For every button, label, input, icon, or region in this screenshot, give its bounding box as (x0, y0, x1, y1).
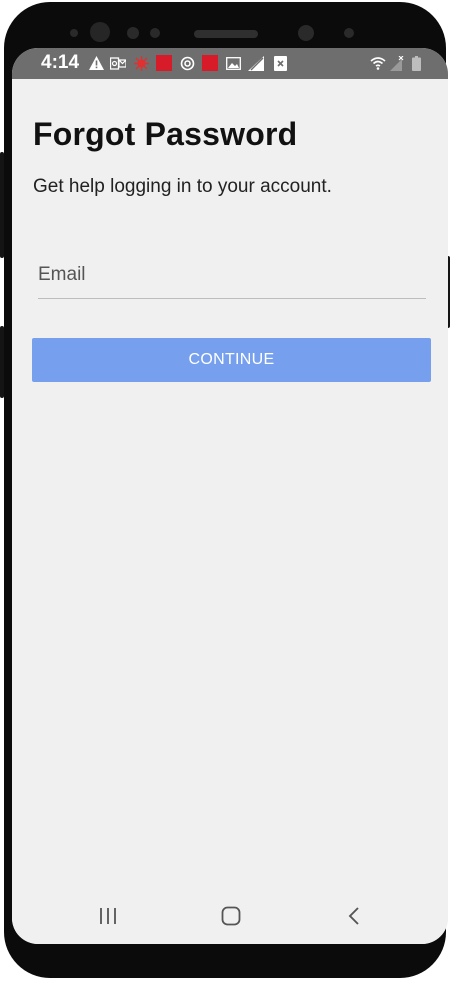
no-signal-icon (248, 55, 264, 71)
sensor-icon (150, 28, 160, 38)
sensor-icon (127, 27, 139, 39)
status-time: 4:14 (41, 52, 80, 73)
screen: 4:14 Forgot Password Get help logging in… (12, 48, 448, 944)
bixby-button (0, 326, 4, 398)
close-box-icon (272, 55, 288, 71)
status-bar: 4:14 (12, 48, 448, 79)
back-icon[interactable] (334, 900, 374, 932)
email-field[interactable] (38, 258, 426, 299)
red-app-icon (156, 55, 172, 71)
battery-icon (408, 55, 424, 71)
navigation-bar (12, 888, 448, 944)
cellular-icon (388, 55, 404, 71)
page-title: Forgot Password (33, 116, 298, 152)
outlook-icon (110, 55, 126, 71)
wifi-icon (370, 55, 386, 71)
home-icon[interactable] (211, 900, 251, 932)
warning-icon (88, 55, 104, 71)
sync-icon (179, 55, 195, 71)
image-icon (225, 55, 241, 71)
volume-button (0, 152, 4, 258)
sensor-icon (70, 29, 78, 37)
front-camera-icon (90, 22, 110, 42)
sensor-icon (344, 28, 354, 38)
iris-camera-icon (298, 25, 314, 41)
page-subtitle: Get help logging in to your account. (33, 176, 332, 197)
phone-frame: 4:14 Forgot Password Get help logging in… (0, 2, 450, 978)
earpiece-speaker (194, 30, 258, 38)
virus-icon (133, 55, 149, 71)
top-bezel (4, 2, 446, 48)
recents-icon[interactable] (88, 900, 128, 932)
continue-button[interactable]: CONTINUE (32, 338, 431, 382)
red-app-icon (202, 55, 218, 71)
